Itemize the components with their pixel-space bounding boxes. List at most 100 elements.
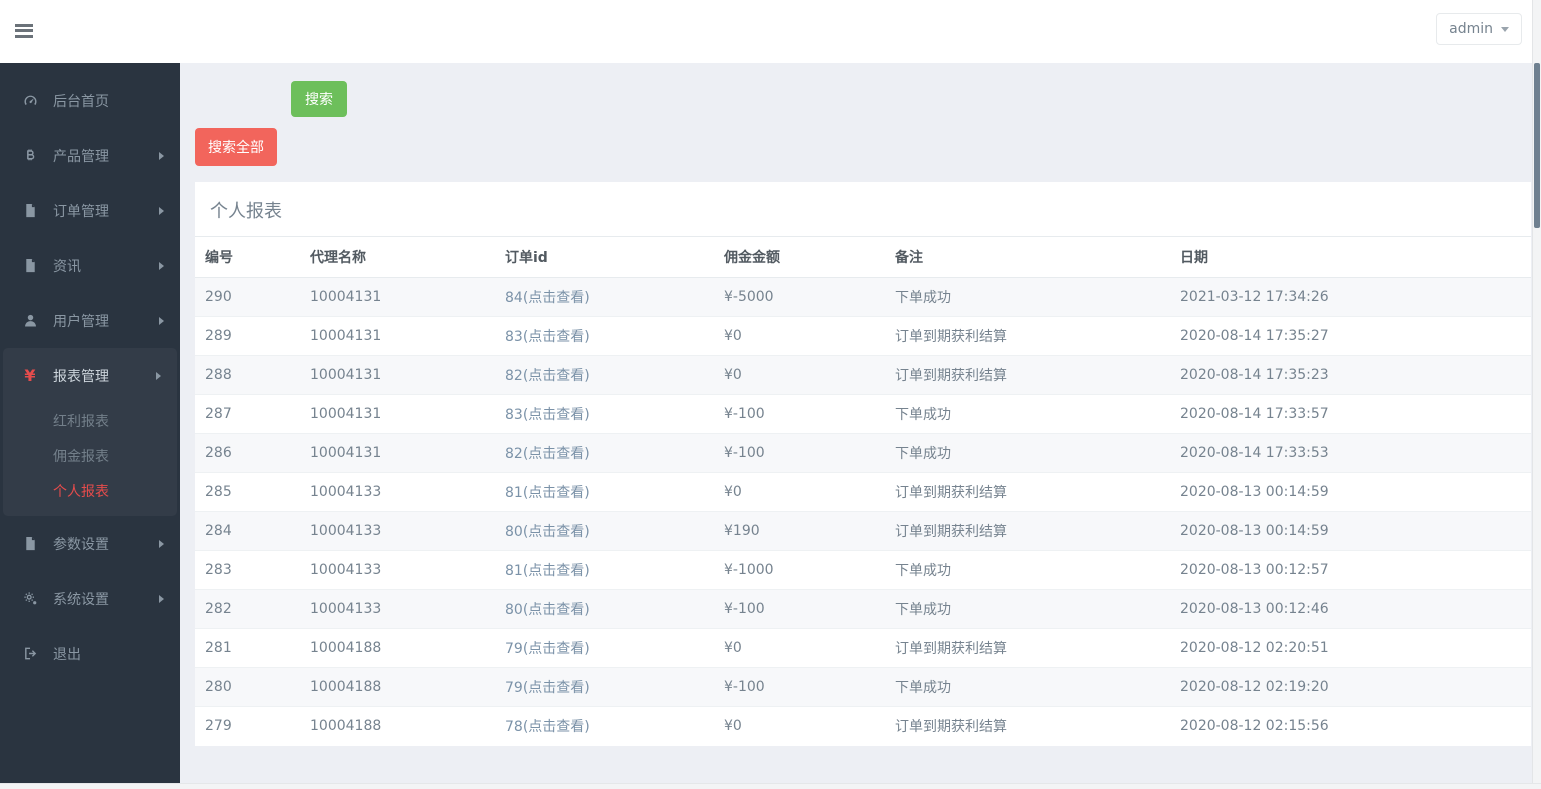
search-button[interactable]: 搜索	[291, 81, 347, 117]
sidebar-subitem-personal-report[interactable]: 个人报表	[3, 473, 177, 508]
cell-date: 2020-08-13 00:14:59	[1170, 472, 1531, 512]
sidebar-item-home[interactable]: 后台首页	[0, 73, 180, 128]
order-detail-link[interactable]: 79(点击查看)	[505, 641, 590, 657]
chevron-right-icon	[156, 371, 161, 380]
cell-order-id: 83(点击查看)	[495, 316, 714, 356]
cell-id: 282	[195, 589, 300, 629]
cell-agent-name: 10004188	[300, 628, 495, 668]
cell-date: 2020-08-14 17:35:23	[1170, 355, 1531, 395]
column-header: 备注	[885, 236, 1170, 278]
sidebar-item-logout[interactable]: 退出	[0, 626, 180, 681]
cell-commission: ¥-100	[714, 589, 885, 629]
chevron-right-icon	[159, 261, 164, 270]
sidebar-item-params[interactable]: 参数设置	[0, 516, 180, 571]
order-detail-link[interactable]: 82(点击查看)	[505, 446, 590, 462]
report-table-body: 290 10004131 84(点击查看) ¥-5000 下单成功 2021-03-12 …	[195, 277, 1531, 746]
cell-id: 279	[195, 706, 300, 746]
order-file-icon	[22, 203, 38, 219]
cell-date: 2020-08-13 00:14:59	[1170, 511, 1531, 551]
order-detail-link[interactable]: 80(点击查看)	[505, 524, 590, 540]
sidebar-menu: 后台首页 产品管理 订单管理资讯用户管理 ¥ 报表管理 红利报表 佣金报表 个人报表参数设置系…	[0, 73, 180, 681]
cell-agent-name: 10004131	[300, 433, 495, 473]
table-row: 287 10004131 83(点击查看) ¥-100 下单成功 2020-08-14 1…	[195, 394, 1531, 434]
cell-agent-name: 10004131	[300, 316, 495, 356]
cell-order-id: 80(点击查看)	[495, 511, 714, 551]
cell-remark: 下单成功	[885, 667, 1170, 707]
cell-id: 286	[195, 433, 300, 473]
cell-commission: ¥-5000	[724, 289, 774, 305]
cell-id: 290	[205, 289, 232, 305]
column-header: 代理名称	[300, 236, 495, 278]
cell-id: 288	[195, 355, 300, 395]
cell-remark: 下单成功	[885, 394, 1170, 434]
table-row: 281 10004188 79(点击查看) ¥0 订单到期获利结算 2020-08-12 …	[195, 628, 1531, 668]
cell-date: 2020-08-13 00:12:57	[1170, 550, 1531, 590]
sidebar-item-label: 用户管理	[53, 313, 109, 330]
cell-order-id: 81(点击查看)	[495, 472, 714, 512]
cell-agent-name: 10004133	[300, 472, 495, 512]
cell-commission: ¥-1000	[714, 550, 885, 590]
params-file-icon	[22, 536, 38, 552]
cell-date: 2020-08-12 02:15:56	[1170, 706, 1531, 746]
cell-remark: 订单到期获利结算	[885, 355, 1170, 395]
cell-agent-name: 10004131	[300, 394, 495, 434]
sidebar-item-users[interactable]: 用户管理	[0, 293, 180, 348]
table-header-row: 编号 代理名称 订单id 佣金金额 备注 日期	[195, 236, 1531, 278]
cell-date: 2020-08-12 02:19:20	[1170, 667, 1531, 707]
sidebar-item-system[interactable]: 系统设置	[0, 571, 180, 626]
cell-order-id: 82(点击查看)	[495, 433, 714, 473]
order-detail-link[interactable]: 83(点击查看)	[505, 329, 590, 345]
cell-remark: 订单到期获利结算	[885, 472, 1170, 512]
cell-date: 2020-08-12 02:20:51	[1170, 628, 1531, 668]
table-row: 290 10004131 84(点击查看) ¥-5000 下单成功 2021-03-12 …	[195, 277, 1531, 317]
cell-date: 2020-08-13 00:12:46	[1170, 589, 1531, 629]
cell-commission: ¥0	[714, 628, 885, 668]
sidebar-item-products[interactable]: 产品管理	[0, 128, 180, 183]
report-panel: 个人报表 编号 代理名称 订单id 佣金金额 备注 日期 290 10004131 84(点击…	[195, 182, 1531, 746]
sidebar-item-orders[interactable]: 订单管理	[0, 183, 180, 238]
order-detail-link[interactable]: 81(点击查看)	[505, 563, 590, 579]
vertical-scrollbar-thumb[interactable]	[1534, 63, 1540, 228]
cell-order-id: 83(点击查看)	[495, 394, 714, 434]
table-row: 285 10004133 81(点击查看) ¥0 订单到期获利结算 2020-08-13 …	[195, 472, 1531, 512]
caret-down-icon	[1501, 26, 1509, 32]
cell-remark: 订单到期获利结算	[885, 628, 1170, 668]
search-all-button[interactable]: 搜索全部	[195, 128, 277, 166]
sidebar-item-reports[interactable]: ¥ 报表管理	[3, 348, 177, 403]
cell-order-id: 84(点击查看)	[495, 278, 714, 317]
order-detail-link[interactable]: 78(点击查看)	[505, 719, 590, 735]
column-header: 编号	[195, 236, 300, 278]
cell-id: 287	[195, 394, 300, 434]
cell-commission: ¥0	[714, 316, 885, 356]
table-row: 280 10004188 79(点击查看) ¥-100 下单成功 2020-08-12 0…	[195, 667, 1531, 707]
order-detail-link[interactable]: 81(点击查看)	[505, 485, 590, 501]
cell-commission: ¥0	[714, 472, 885, 512]
order-detail-link[interactable]: 83(点击查看)	[505, 407, 590, 423]
cell-id: 281	[195, 628, 300, 668]
order-detail-link[interactable]: 79(点击查看)	[505, 680, 590, 696]
cell-agent-name: 10004131	[300, 355, 495, 395]
order-detail-link[interactable]: 84(点击查看)	[505, 290, 590, 306]
table-row: 282 10004133 80(点击查看) ¥-100 下单成功 2020-08-13 0…	[195, 589, 1531, 629]
sidebar-subitem-commission-report[interactable]: 佣金报表	[3, 438, 177, 473]
order-detail-link[interactable]: 80(点击查看)	[505, 602, 590, 618]
chevron-right-icon	[159, 316, 164, 325]
chevron-right-icon	[159, 206, 164, 215]
cell-id: 280	[195, 667, 300, 707]
chevron-right-icon	[159, 539, 164, 548]
cell-id: 283	[195, 550, 300, 590]
sidebar-item-news[interactable]: 资讯	[0, 238, 180, 293]
sidebar-subitem-bonus-report[interactable]: 红利报表	[3, 403, 177, 438]
sidebar-toggle-button[interactable]	[15, 23, 37, 41]
user-menu-button[interactable]: admin	[1436, 13, 1522, 45]
cell-order-id: 78(点击查看)	[495, 706, 714, 746]
cell-remark: 下单成功	[885, 589, 1170, 629]
sidebar-item-label: 资讯	[53, 258, 81, 275]
cell-commission: ¥0	[714, 706, 885, 746]
cell-order-id: 80(点击查看)	[495, 589, 714, 629]
sidebar-item-label: 参数设置	[53, 536, 109, 553]
vertical-scrollbar[interactable]	[1532, 0, 1541, 783]
horizontal-scrollbar[interactable]	[0, 783, 1541, 789]
cell-id: 284	[195, 511, 300, 551]
order-detail-link[interactable]: 82(点击查看)	[505, 368, 590, 384]
